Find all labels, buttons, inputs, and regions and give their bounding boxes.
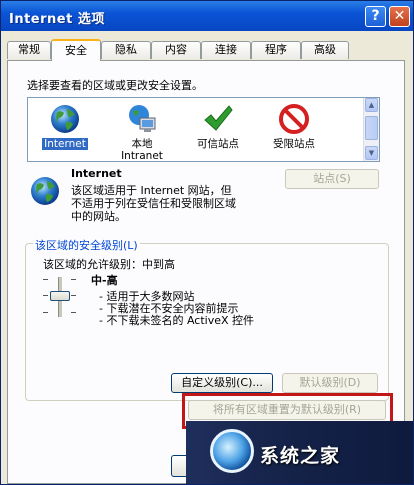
selected-zone-globe-icon	[31, 177, 59, 205]
zone-internet-label: Internet	[42, 138, 88, 150]
watermark-text: 系统之家	[260, 445, 341, 467]
zone-list-scrollbar[interactable]: ▲ ▼	[363, 98, 379, 161]
level-bullet-3: - 不下载未签名的 ActiveX 控件	[99, 314, 255, 327]
zone-internet[interactable]: Internet	[30, 101, 100, 159]
help-button[interactable]: ?	[365, 6, 386, 27]
zone-trusted-sites-label: 可信站点	[197, 138, 239, 150]
zone-trusted-sites[interactable]: 可信站点	[183, 101, 253, 159]
close-button[interactable]: ✕	[389, 6, 410, 27]
tab-connections[interactable]: 连接	[201, 41, 251, 59]
zone-name: Internet	[71, 167, 122, 180]
scroll-up-arrow-icon[interactable]: ▲	[365, 98, 378, 112]
tab-advanced[interactable]: 高级	[301, 41, 349, 59]
tab-privacy[interactable]: 隐私	[101, 41, 151, 59]
zone-description-line3: 中的网站。	[71, 210, 126, 223]
sites-button[interactable]: 站点(S)	[285, 169, 379, 189]
allowed-levels-text: 该区域的允许级别：中到高	[43, 258, 175, 271]
security-level-name: 中-高	[91, 274, 118, 287]
default-level-button[interactable]: 默认级别(D)	[282, 373, 378, 393]
local-intranet-icon	[129, 105, 156, 132]
watermark-logo-icon	[210, 429, 254, 473]
security-level-group-title: 该区域的安全级别(L)	[33, 237, 140, 253]
tab-security[interactable]: 安全	[51, 39, 101, 61]
zone-list[interactable]: Internet 本地 Intranet 可信站点 受限站点 ▲ ▼	[27, 97, 380, 162]
slider-tick	[71, 295, 76, 296]
scroll-thumb[interactable]	[365, 116, 378, 140]
zone-restricted-sites[interactable]: 受限站点	[259, 101, 329, 159]
slider-tick	[71, 279, 76, 280]
scroll-down-arrow-icon[interactable]: ▼	[365, 146, 378, 160]
watermark-overlap-text	[246, 419, 411, 433]
checkmark-icon	[204, 105, 233, 131]
restricted-icon	[279, 104, 309, 134]
slider-tick	[43, 312, 48, 313]
globe-icon	[51, 105, 79, 133]
title-bar[interactable]: Internet 选项 ? ✕	[1, 1, 413, 31]
slider-tick	[43, 295, 48, 296]
tab-programs[interactable]: 程序	[251, 41, 301, 59]
zone-local-intranet-label: 本地 Intranet	[121, 138, 163, 162]
slider-tick	[71, 312, 76, 313]
slider-tick	[43, 279, 48, 280]
tab-content[interactable]: 内容	[151, 41, 201, 59]
zone-restricted-sites-label: 受限站点	[273, 138, 315, 150]
watermark-banner: 系统之家	[186, 419, 413, 484]
custom-level-button[interactable]: 自定义级别(C)...	[171, 373, 273, 393]
security-level-slider-thumb[interactable]	[50, 291, 70, 301]
internet-options-window: Internet 选项 ? ✕ 常规 安全 隐私 内容 连接 程序 高级 选择要…	[0, 0, 414, 485]
tab-general[interactable]: 常规	[7, 41, 51, 59]
zone-local-intranet[interactable]: 本地 Intranet	[107, 101, 177, 162]
zone-prompt: 选择要查看的区域或更改安全设置。	[27, 79, 203, 92]
window-title: Internet 选项	[9, 12, 105, 27]
